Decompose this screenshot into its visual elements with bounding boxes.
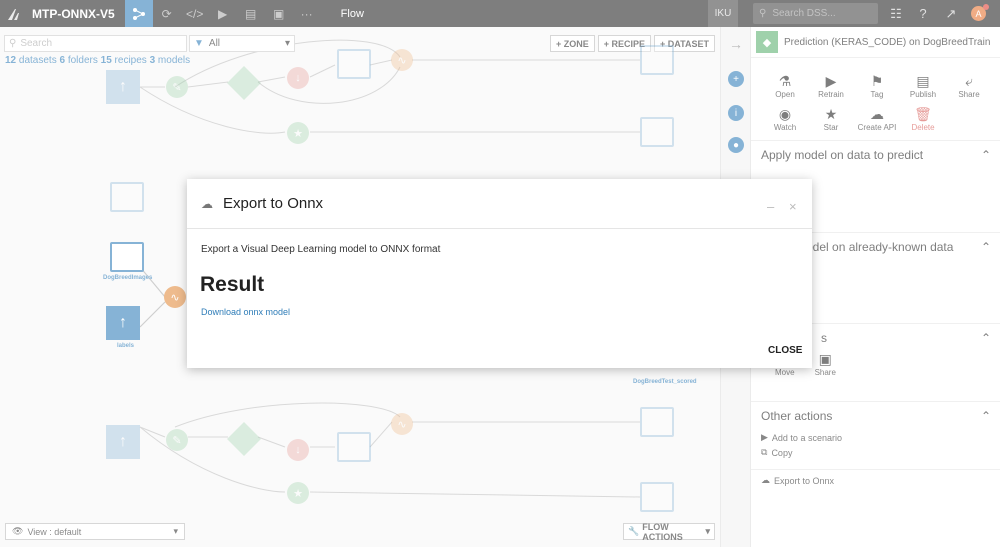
download-onnx-link[interactable]: Download onnx model — [201, 307, 290, 317]
close-icon[interactable]: × — [789, 199, 797, 214]
result-heading: Result — [200, 273, 265, 296]
close-button[interactable]: CLOSE — [768, 345, 802, 356]
export-onnx-modal: ☁ Export to Onnx – × Export a Visual Dee… — [187, 179, 812, 368]
modal-title: Export to Onnx — [223, 195, 324, 212]
modal-header: ☁ Export to Onnx — [187, 179, 812, 229]
modal-description: Export a Visual Deep Learning model to O… — [201, 244, 441, 255]
cloud-download-icon: ☁ — [201, 196, 213, 211]
minimize-icon[interactable]: – — [767, 199, 774, 214]
